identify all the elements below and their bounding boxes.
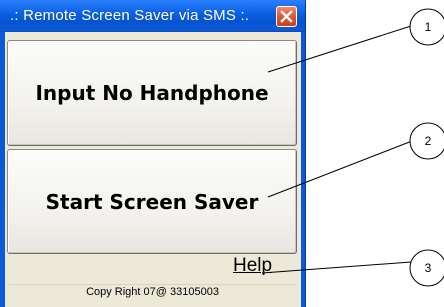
callout-number-3: 3 — [424, 261, 432, 275]
callout-number-1: 1 — [424, 20, 432, 34]
title-bar[interactable]: .: Remote Screen Saver via SMS :. — [0, 0, 305, 32]
callout-number-2: 2 — [424, 134, 432, 148]
app-window: .: Remote Screen Saver via SMS :. Input … — [0, 0, 306, 307]
input-no-handphone-button[interactable]: Input No Handphone — [7, 40, 297, 146]
status-bar: Copy Right 07@ 33105003 — [9, 284, 296, 301]
start-screen-saver-button[interactable]: Start Screen Saver — [7, 149, 297, 254]
help-link[interactable]: Help — [233, 255, 272, 277]
close-button[interactable] — [276, 6, 297, 27]
window-title: .: Remote Screen Saver via SMS :. — [10, 7, 250, 24]
close-icon — [280, 10, 293, 23]
screenshot-stage: .: Remote Screen Saver via SMS :. Input … — [0, 0, 444, 307]
